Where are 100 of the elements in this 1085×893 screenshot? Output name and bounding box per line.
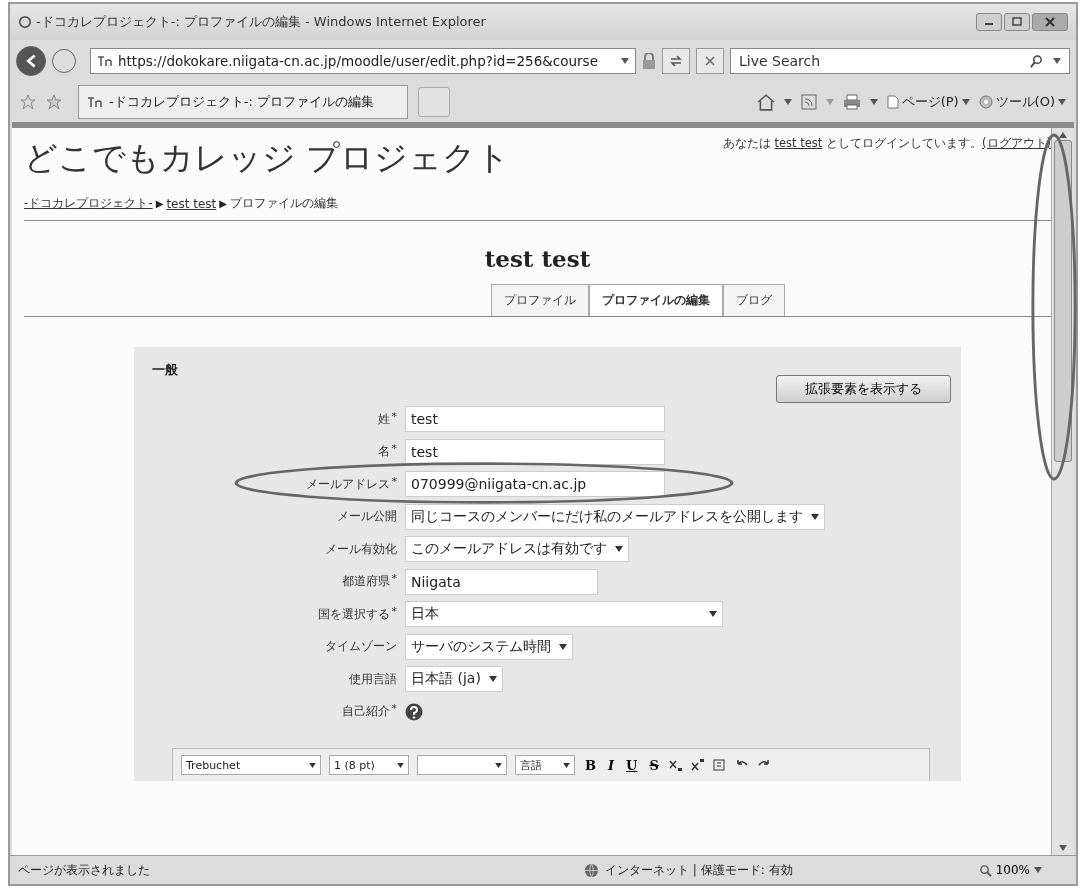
user-heading: test test: [483, 245, 592, 272]
italic-button[interactable]: I: [606, 757, 617, 773]
show-advanced-button[interactable]: 拡張要素を表示する: [776, 375, 951, 403]
magnifier-icon: [978, 863, 992, 877]
back-button[interactable]: [16, 46, 46, 76]
field-label: メール公開: [337, 508, 397, 526]
tools-menu-button[interactable]: ツール(O): [978, 93, 1066, 111]
site-icon: [87, 96, 103, 108]
home-icon[interactable]: [756, 93, 775, 111]
field-label: 都道府県: [341, 573, 390, 591]
field-label: 国を選択する: [317, 605, 390, 623]
field-label: 姓: [377, 410, 390, 428]
refresh-button[interactable]: [662, 48, 690, 74]
text-field[interactable]: Niigata: [405, 568, 598, 595]
caret-icon: [709, 611, 717, 618]
caret-icon: [563, 762, 570, 768]
breadcrumb-current: プロファイルの編集: [230, 195, 338, 212]
superscript-icon[interactable]: [690, 758, 705, 772]
print-icon[interactable]: [842, 94, 861, 110]
caret-icon: [1034, 867, 1042, 873]
caret-icon: [615, 546, 623, 553]
search-field[interactable]: Live Search: [730, 48, 1070, 74]
caret-icon: [495, 762, 502, 768]
page-icon: [886, 95, 899, 109]
required-mark: *: [391, 605, 397, 617]
subscript-icon[interactable]: [668, 758, 683, 772]
section-heading: 一般: [152, 361, 178, 379]
caret-icon[interactable]: [1053, 58, 1061, 64]
caret-icon: [488, 676, 497, 683]
feed-icon[interactable]: [800, 94, 817, 110]
window-title: -ドコカレプロジェクト-: プロファイルの編集 - Windows Internet Explorer: [36, 13, 486, 31]
text-field[interactable]: test: [405, 438, 665, 465]
clean-format-icon[interactable]: [712, 758, 727, 772]
dropdown[interactable]: 日本: [405, 601, 723, 628]
close-button[interactable]: [1032, 13, 1068, 31]
refresh-icon: [669, 54, 683, 68]
required-mark: *: [391, 703, 397, 715]
forward-button[interactable]: [52, 49, 76, 73]
bold-button[interactable]: B: [583, 757, 598, 773]
zoom-button[interactable]: 100%: [972, 862, 1048, 878]
globe-icon: [584, 862, 599, 878]
scrollbar[interactable]: [1051, 128, 1074, 855]
dropdown[interactable]: このメールアドレスは有効です: [405, 536, 629, 563]
browser-tab[interactable]: -ドコカレプロジェクト-: プロファイルの編集: [78, 85, 408, 119]
breadcrumb-link[interactable]: -ドコカレプロジェクト-: [24, 195, 153, 212]
field-label: タイムゾーン: [325, 638, 397, 656]
underline-button[interactable]: U: [624, 757, 640, 773]
required-mark: *: [391, 443, 397, 455]
scroll-down-icon[interactable]: [1059, 845, 1067, 851]
required-mark: *: [391, 573, 397, 585]
text-field[interactable]: test: [405, 406, 665, 433]
status-text: ページが表示されました: [18, 861, 151, 879]
caret-icon: [1058, 99, 1066, 105]
font-dropdown[interactable]: Trebuchet: [181, 755, 321, 775]
required-mark: *: [391, 410, 397, 422]
profile-tab[interactable]: プロファイルの編集: [588, 284, 723, 316]
dropdown[interactable]: 同じコースのメンバーにだけ私のメールアドレスを公開します: [405, 503, 825, 530]
tab-title: -ドコカレプロジェクト-: プロファイルの編集: [109, 93, 374, 111]
site-title: どこでもカレッジ プロジェクト: [24, 137, 511, 179]
user-link[interactable]: test test: [774, 136, 823, 150]
security-zone: インターネット | 保護モード: 有効: [605, 861, 793, 879]
breadcrumb-separator: ▶: [219, 198, 227, 209]
site-icon: [97, 55, 113, 67]
profile-tab[interactable]: プロファイル: [490, 284, 589, 316]
caret-icon: [961, 99, 970, 105]
dropdown[interactable]: サーバのシステム時間: [405, 633, 573, 660]
field-label: メール有効化: [325, 540, 397, 558]
field-label: 名: [377, 443, 390, 461]
search-icon[interactable]: [1030, 54, 1043, 68]
scroll-up-icon[interactable]: [1059, 132, 1067, 138]
favorites-star-icon[interactable]: [20, 94, 36, 110]
caret-icon: [811, 513, 819, 520]
dropdown[interactable]: 日本語 (ja): [405, 666, 503, 693]
address-field[interactable]: https://dokokare.niigata-cn.ac.jp/moodle/user/edit.php?id=256&course: [90, 48, 636, 74]
caret-icon: [559, 643, 567, 650]
text-field[interactable]: 070999@niigata-cn.ac.jp: [405, 471, 665, 498]
maximize-icon: [1012, 17, 1022, 27]
gear-icon: [978, 95, 993, 109]
stop-icon: [704, 55, 716, 67]
maximize-button[interactable]: [1004, 13, 1030, 31]
help-icon[interactable]: [405, 702, 423, 721]
required-mark: *: [391, 475, 397, 487]
page-menu-button[interactable]: ページ(P): [886, 93, 970, 111]
strikethrough-button[interactable]: S: [647, 757, 661, 773]
field-label: メールアドレス: [305, 475, 390, 493]
close-icon: [1045, 17, 1055, 27]
minimize-button[interactable]: [976, 13, 1002, 31]
caret-icon[interactable]: [869, 99, 878, 105]
size-dropdown[interactable]: 1 (8 pt): [329, 755, 409, 775]
caret-icon[interactable]: [621, 58, 629, 64]
field-label: 使用言語: [349, 670, 397, 688]
profile-tab[interactable]: ブログ: [722, 284, 785, 316]
caret-icon: [309, 762, 316, 768]
language-dropdown[interactable]: 言語: [515, 755, 575, 775]
caret-icon[interactable]: [783, 99, 792, 105]
lock-icon: [642, 53, 656, 69]
stop-button[interactable]: [696, 48, 724, 74]
breadcrumb-link[interactable]: test test: [166, 196, 217, 211]
breadcrumb-separator: ▶: [155, 198, 164, 209]
field-label: 自己紹介: [341, 703, 390, 721]
